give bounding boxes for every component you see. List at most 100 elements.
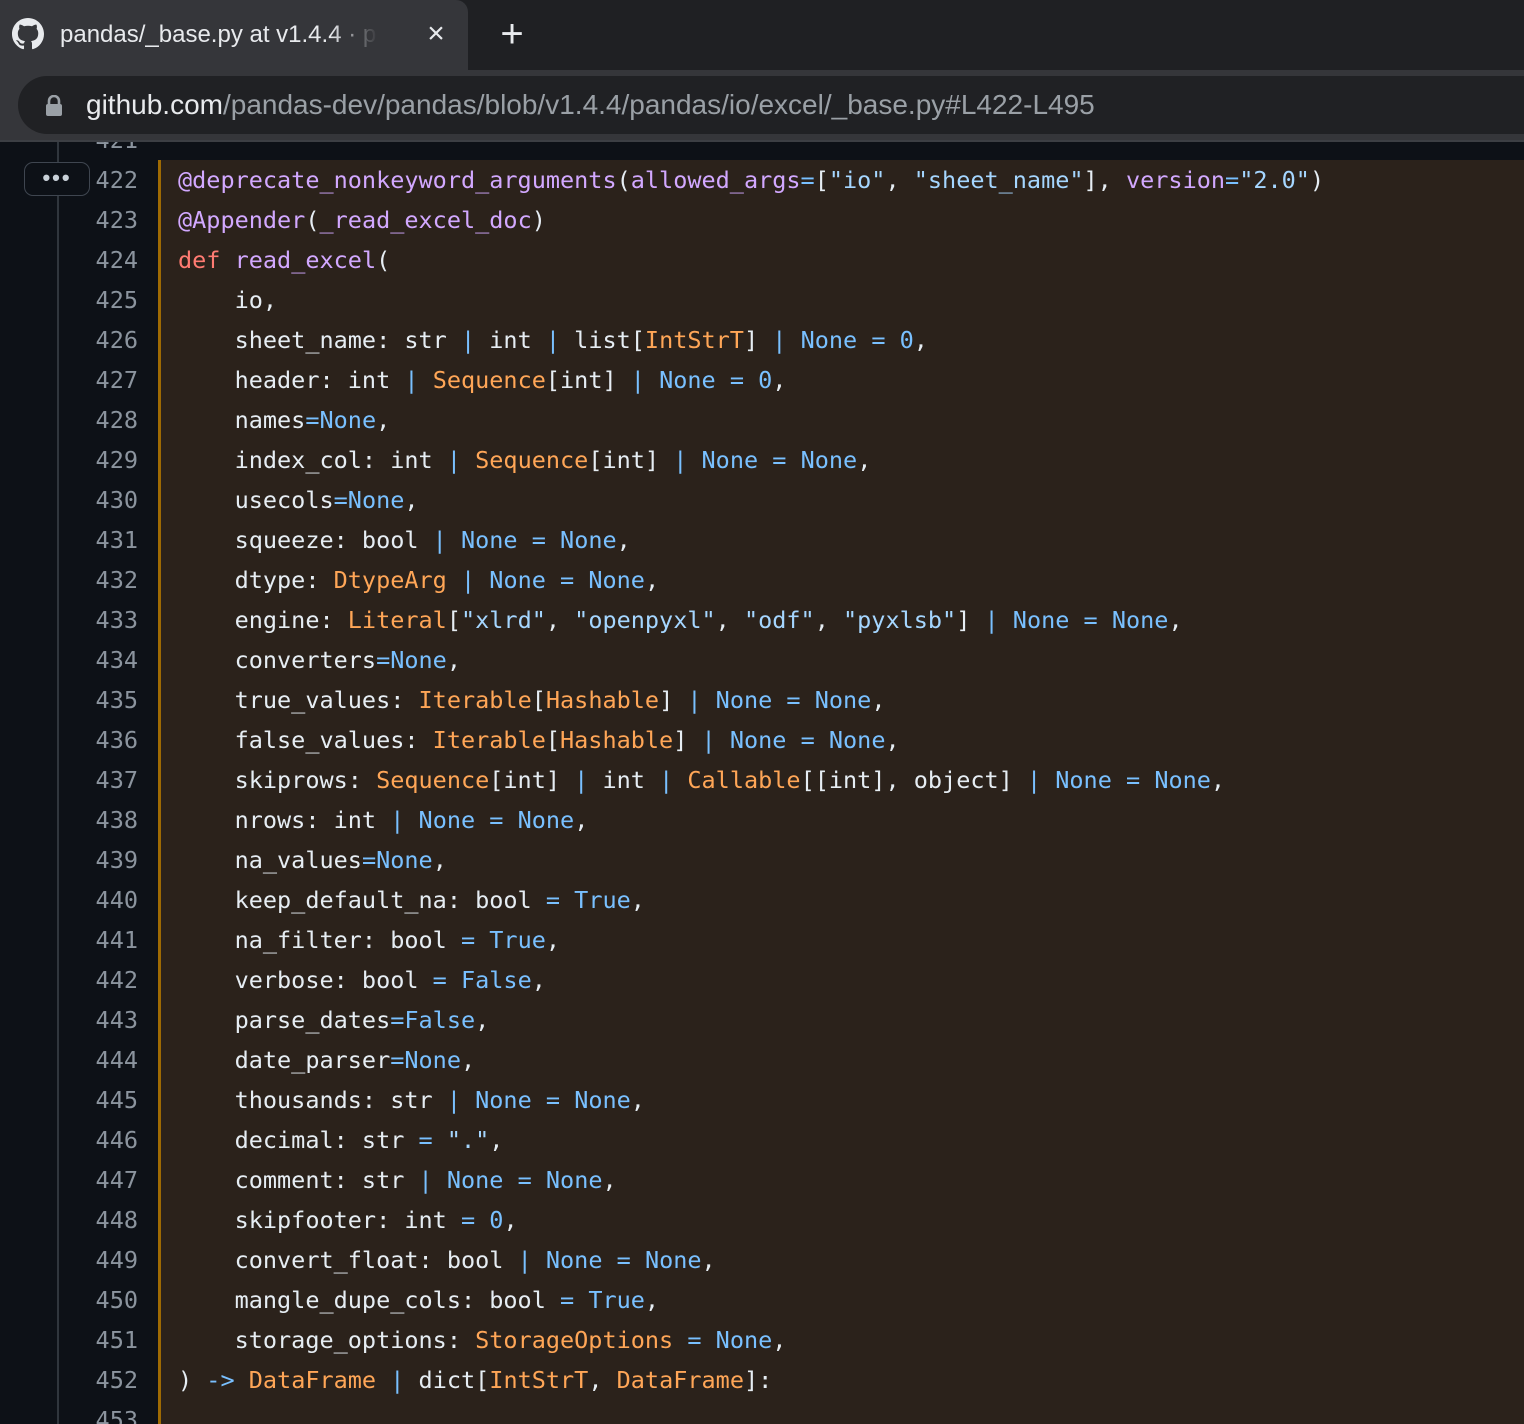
code-token: Hashable [560,726,674,754]
line-number[interactable]: 443 [88,1000,138,1040]
line-number[interactable]: 438 [88,800,138,840]
line-number[interactable]: 445 [88,1080,138,1120]
browser-tab[interactable]: pandas/_base.py at v1.4.4 · pandas-dev/p… [0,0,468,70]
line-number[interactable]: 440 [88,880,138,920]
code-line: 446 decimal: str = ".", [0,1120,1524,1160]
line-number[interactable]: 446 [88,1120,138,1160]
lock-icon[interactable] [44,95,64,117]
code-line: 451 storage_options: StorageOptions = No… [0,1320,1524,1360]
code-token: | [984,606,999,634]
code-line: 438 nrows: int | None = None, [0,800,1524,840]
line-number[interactable]: 437 [88,760,138,800]
line-number[interactable]: 423 [88,200,138,240]
line-options-button[interactable]: ••• [24,162,90,196]
code-line: 441 na_filter: bool = True, [0,920,1524,960]
code-token: | [390,1366,405,1394]
line-number[interactable]: 428 [88,400,138,440]
tab-close-icon[interactable]: × [424,19,448,49]
code-token: , [772,366,787,394]
url-text[interactable]: github.com/pandas-dev/pandas/blob/v1.4.4… [86,88,1095,122]
line-number[interactable]: 435 [88,680,138,720]
code-token: , [531,966,546,994]
code-token: = [729,366,744,394]
line-number[interactable]: 426 [88,320,138,360]
code-token: = [616,1246,631,1274]
code-token: Literal [347,606,447,634]
code-text: names=None, [178,400,391,440]
line-number[interactable]: 422 [88,160,138,200]
code-token: None [418,806,476,834]
code-token: = [517,1166,532,1194]
code-token: , [574,806,589,834]
code-token: mangle_dupe_cols: bool [178,1286,561,1314]
line-number[interactable]: 432 [88,560,138,600]
code-token: | [418,1166,433,1194]
line-number[interactable]: 449 [88,1240,138,1280]
code-text: parse_dates=False, [178,1000,490,1040]
line-number[interactable]: 447 [88,1160,138,1200]
line-number[interactable]: 439 [88,840,138,880]
line-number[interactable]: 434 [88,640,138,680]
code-token: None [560,526,617,554]
code-token: , [772,1326,787,1354]
code-token: None [460,526,518,554]
code-token: ] [743,326,773,354]
line-number[interactable]: 424 [88,240,138,280]
line-number[interactable]: 441 [88,920,138,960]
code-token: ]: [743,1366,773,1394]
code-token: = [333,486,348,514]
new-tab-button[interactable]: + [492,14,532,54]
code-token: int [588,766,660,794]
code-token: None [659,366,716,394]
code-token: "xlrd" [460,606,546,634]
line-number[interactable]: 450 [88,1280,138,1320]
line-number[interactable]: 421 [88,142,138,160]
line-number[interactable]: 436 [88,720,138,760]
line-number[interactable]: 427 [88,360,138,400]
line-number[interactable]: 448 [88,1200,138,1240]
code-line: 422 @deprecate_nonkeyword_arguments(allow… [0,160,1524,200]
browser-toolbar: github.com/pandas-dev/pandas/blob/v1.4.4… [0,70,1524,140]
code-token: DtypeArg [333,566,447,594]
code-token: "io" [828,166,886,194]
code-token: engine: [178,606,348,634]
code-token: ) [178,1366,207,1394]
code-token: storage_options: [178,1326,476,1354]
code-token: None [701,446,759,474]
line-number[interactable]: 442 [88,960,138,1000]
code-token: allowed_args [630,166,801,194]
code-token: = [1225,166,1240,194]
code-token: Iterable [418,686,532,714]
code-text: @deprecate_nonkeyword_arguments(allowed_… [178,160,1324,200]
line-number[interactable]: 433 [88,600,138,640]
address-bar[interactable]: github.com/pandas-dev/pandas/blob/v1.4.4… [18,76,1524,134]
line-number[interactable]: 430 [88,480,138,520]
code-token: = [1083,606,1098,634]
url-domain: github.com [86,89,223,120]
code-text: mangle_dupe_cols: bool = True, [178,1280,660,1320]
line-number[interactable]: 429 [88,440,138,480]
code-token: decimal: str [178,1126,419,1154]
code-line: 424 def read_excel( [0,240,1524,280]
line-number[interactable]: 431 [88,520,138,560]
code-token: [int] [489,766,575,794]
line-number[interactable]: 425 [88,280,138,320]
line-number[interactable]: 444 [88,1040,138,1080]
line-number[interactable]: 453 [88,1400,138,1424]
code-line: 434 converters=None, [0,640,1524,680]
code-text: header: int | Sequence[int] | None = 0, [178,360,787,400]
line-number[interactable]: 451 [88,1320,138,1360]
line-number[interactable]: 452 [88,1360,138,1400]
code-text: ) -> DataFrame | dict[IntStrT, DataFrame… [178,1360,772,1400]
